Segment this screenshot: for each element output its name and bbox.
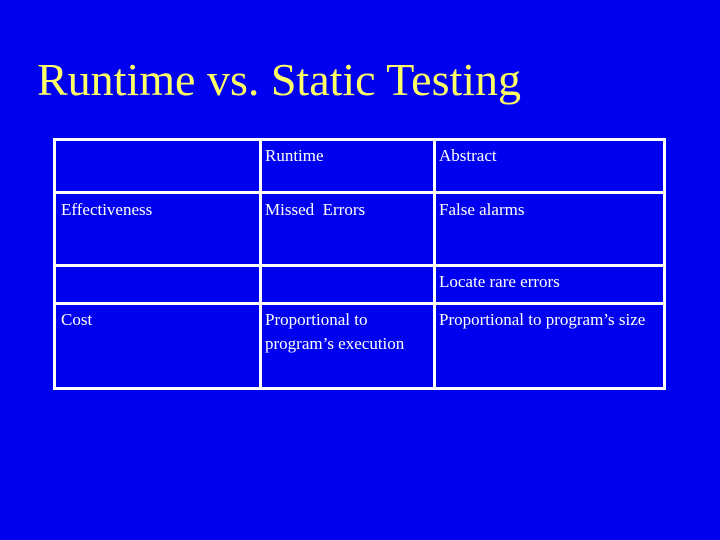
row-label-cost: Cost — [61, 310, 93, 329]
row-divider — [56, 264, 663, 267]
slide-title: Runtime vs. Static Testing — [37, 54, 522, 105]
cell-locate-abstract: Locate rare errors — [439, 272, 560, 291]
header-cell-abstract: Abstract — [439, 146, 497, 165]
row-label-effectiveness: Effectiveness — [61, 200, 153, 219]
column-divider — [259, 141, 262, 387]
column-divider — [433, 141, 436, 387]
header-cell-runtime: Runtime — [265, 146, 324, 165]
cell-cost-runtime: Proportional to program’s execution — [265, 310, 405, 353]
cell-effectiveness-runtime: Missed Errors — [265, 200, 366, 219]
cell-cost-abstract: Proportional to program’s size — [439, 310, 646, 329]
row-divider — [56, 302, 663, 305]
cell-effectiveness-abstract: False alarms — [439, 200, 525, 219]
row-divider — [56, 191, 663, 194]
comparison-table: Runtime Abstract Effectiveness Missed Er… — [53, 138, 666, 390]
